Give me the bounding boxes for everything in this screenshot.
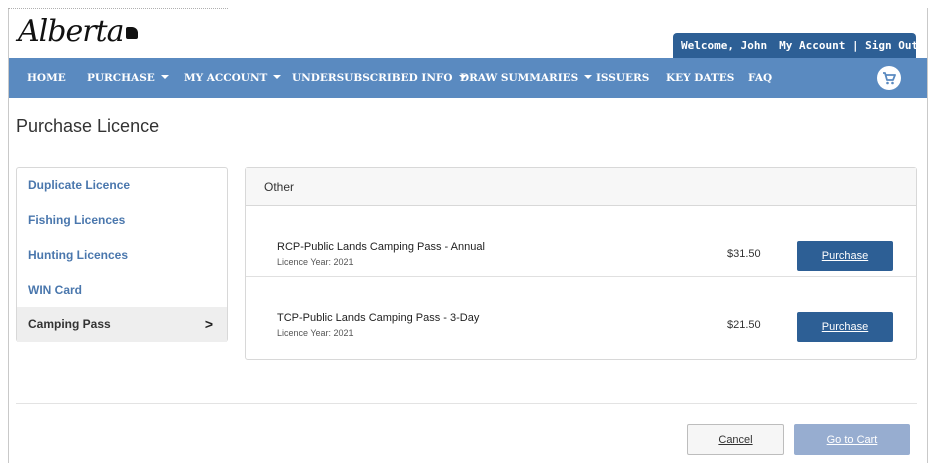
logo-text: Alberta xyxy=(18,14,124,49)
nav-purchase-label: PURCHASE xyxy=(87,72,155,84)
nav-faq[interactable]: FAQ xyxy=(748,72,772,84)
nav-my-account[interactable]: MY ACCOUNT xyxy=(184,72,282,84)
sidebar-item-camping-pass[interactable]: Camping Pass > xyxy=(17,307,227,342)
alberta-logo[interactable]: Alberta xyxy=(18,14,138,49)
panel-heading: Other xyxy=(246,168,916,206)
sidebar-item-fishing-licences[interactable]: Fishing Licences xyxy=(17,203,227,238)
caret-down-icon xyxy=(584,75,593,79)
category-sidebar: Duplicate Licence Fishing Licences Hunti… xyxy=(16,167,228,342)
cart-button[interactable] xyxy=(877,66,901,90)
nav-home[interactable]: HOME xyxy=(27,72,66,84)
go-to-cart-button[interactable]: Go to Cart xyxy=(794,424,910,455)
section-divider xyxy=(16,403,917,404)
welcome-text: Welcome, John xyxy=(681,39,768,52)
account-links[interactable]: My Account | Sign Out xyxy=(779,39,918,52)
purchase-button[interactable]: Purchase xyxy=(797,312,893,342)
nav-draw-summaries[interactable]: DRAW SUMMARIES xyxy=(460,72,593,84)
product-price: $21.50 xyxy=(727,319,761,331)
main-nav: HOME PURCHASE MY ACCOUNT UNDERSUBSCRIBED… xyxy=(9,58,927,98)
nav-purchase[interactable]: PURCHASE xyxy=(87,72,169,84)
logo-mark-icon xyxy=(125,27,138,39)
nav-key-dates[interactable]: KEY DATES xyxy=(666,72,734,84)
sidebar-item-win-card[interactable]: WIN Card xyxy=(17,273,227,308)
nav-issuers-label: ISSUERS xyxy=(596,72,650,84)
product-price: $31.50 xyxy=(727,248,761,260)
nav-issuers[interactable]: ISSUERS xyxy=(596,72,649,84)
page-title: Purchase Licence xyxy=(16,116,160,136)
products-panel: Other RCP-Public Lands Camping Pass - An… xyxy=(245,167,917,360)
nav-undersubscribed-info[interactable]: UNDERSUBSCRIBED INFO xyxy=(292,72,467,84)
nav-home-label: HOME xyxy=(27,72,66,84)
sidebar-item-duplicate-licence[interactable]: Duplicate Licence xyxy=(17,168,227,203)
frame-top-border xyxy=(8,8,228,11)
product-licence-year: Licence Year: 2021 xyxy=(277,257,354,267)
purchase-button[interactable]: Purchase xyxy=(797,241,893,271)
sidebar-item-label: WIN Card xyxy=(28,283,82,297)
sidebar-item-label: Camping Pass xyxy=(28,317,111,331)
caret-down-icon xyxy=(273,75,282,79)
nav-key-dates-label: KEY DATES xyxy=(666,72,735,84)
sidebar-item-label: Fishing Licences xyxy=(28,213,126,227)
shopping-cart-icon xyxy=(883,71,896,84)
product-row: TCP-Public Lands Camping Pass - 3-Day Li… xyxy=(246,276,916,346)
sidebar-item-hunting-licences[interactable]: Hunting Licences xyxy=(17,238,227,273)
nav-draw-summaries-label: DRAW SUMMARIES xyxy=(460,72,579,84)
chevron-right-icon: > xyxy=(204,316,213,332)
product-name: TCP-Public Lands Camping Pass - 3-Day xyxy=(277,312,480,324)
account-bar: Welcome, John My Account | Sign Out xyxy=(673,33,918,58)
cancel-button[interactable]: Cancel xyxy=(687,424,784,455)
nav-my-account-label: MY ACCOUNT xyxy=(184,72,268,84)
caret-down-icon xyxy=(160,75,169,79)
nav-undersubscribed-label: UNDERSUBSCRIBED INFO xyxy=(292,72,453,84)
product-row: RCP-Public Lands Camping Pass - Annual L… xyxy=(246,206,916,276)
nav-faq-label: FAQ xyxy=(748,72,773,84)
product-licence-year: Licence Year: 2021 xyxy=(277,328,354,338)
sidebar-item-label: Duplicate Licence xyxy=(28,178,131,192)
sidebar-item-label: Hunting Licences xyxy=(28,248,129,262)
product-name: RCP-Public Lands Camping Pass - Annual xyxy=(277,241,485,253)
